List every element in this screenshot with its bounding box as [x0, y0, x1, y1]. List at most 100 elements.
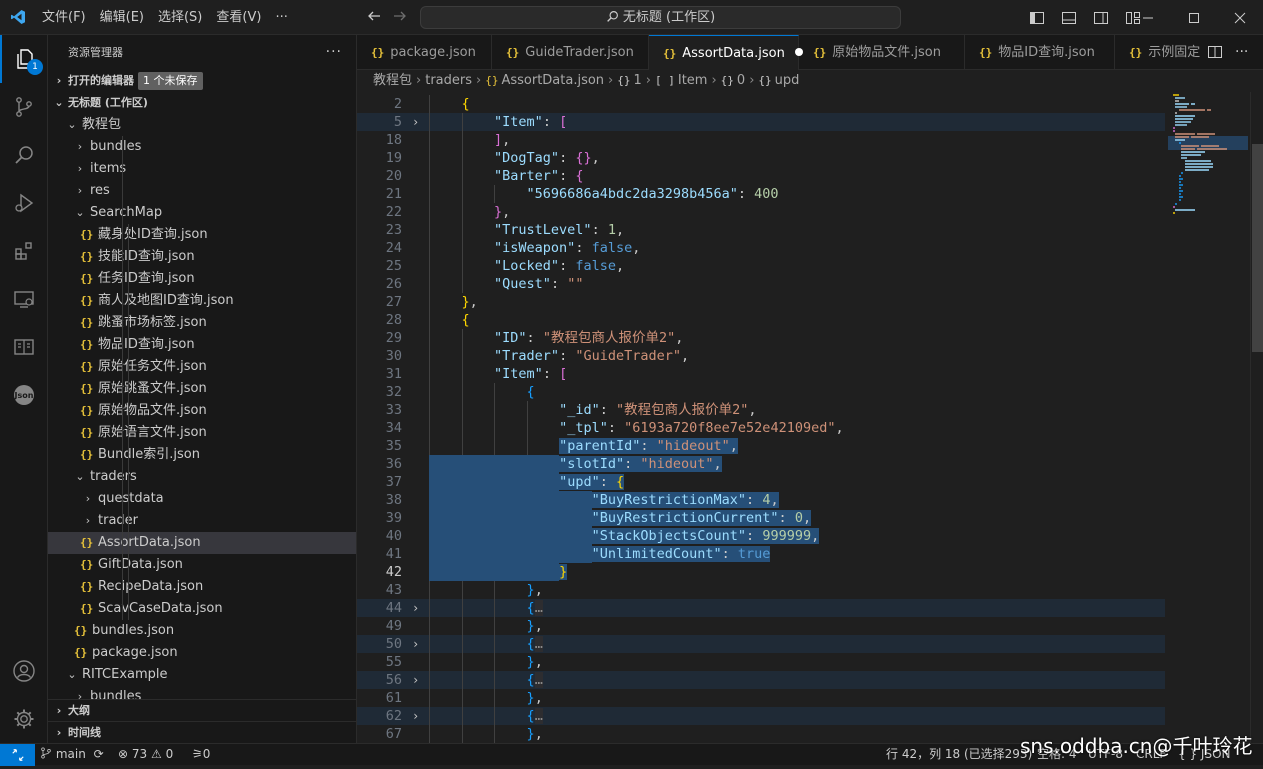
code-line[interactable]: 21 "5696686a4bdc2da3298b456a": 400: [357, 185, 1165, 203]
toggle-primary-sidebar-icon[interactable]: [1026, 7, 1048, 29]
tree-folder[interactable]: › res: [48, 180, 356, 202]
code-line[interactable]: 62 › {…: [357, 707, 1165, 725]
code-line[interactable]: 24 "isWeapon": false,: [357, 239, 1165, 257]
tab-guidetrader-json[interactable]: {} GuideTrader.json: [492, 35, 649, 70]
breadcrumb-item[interactable]: AssortData.json: [501, 73, 604, 88]
vertical-scrollbar[interactable]: [1250, 92, 1263, 743]
breadcrumb-item[interactable]: traders: [425, 73, 472, 88]
code-line[interactable]: 40 "StackObjectsCount": 999999,: [357, 527, 1165, 545]
minimap[interactable]: [1165, 92, 1250, 743]
problems-indicator[interactable]: ⊗ 73 ⚠ 0: [118, 744, 173, 765]
breadcrumb-item[interactable]: 0: [737, 73, 745, 88]
code-line[interactable]: 18],: [357, 131, 1165, 149]
settings-gear-icon[interactable]: [0, 695, 48, 743]
code-line[interactable]: 38 "BuyRestrictionMax": 4,: [357, 491, 1165, 509]
code-line[interactable]: 19 "DogTag": {},: [357, 149, 1165, 167]
remote-indicator-icon[interactable]: [0, 744, 35, 766]
breadcrumb-item[interactable]: Item: [678, 73, 708, 88]
code-line[interactable]: 35 "parentId": "hideout",: [357, 437, 1165, 455]
menu-more[interactable]: ···: [268, 0, 294, 35]
code-line[interactable]: 30 "Trader": "GuideTrader",: [357, 347, 1165, 365]
code-line[interactable]: 56 › {…: [357, 671, 1165, 689]
fold-chevron-icon[interactable]: ›: [412, 635, 419, 653]
tab-package-json[interactable]: {} package.json: [357, 35, 492, 70]
timeline-section[interactable]: › 时间线: [48, 721, 356, 743]
tree-folder[interactable]: ⌄ 教程包: [48, 114, 356, 136]
cursor-position[interactable]: 行 42，列 18 (已选择293): [886, 744, 1032, 765]
menu-file[interactable]: 文件(F): [35, 0, 93, 35]
forward-arrow-icon[interactable]: [390, 8, 410, 28]
tree-file[interactable]: {} package.json: [48, 642, 356, 664]
menu-selection[interactable]: 选择(S): [151, 0, 209, 35]
tree-file[interactable]: {} 原始任务文件.json: [48, 356, 356, 378]
account-icon[interactable]: [0, 647, 48, 695]
tree-file[interactable]: {} 任务ID查询.json: [48, 268, 356, 290]
minimize-icon[interactable]: [1125, 0, 1171, 35]
code-line[interactable]: 44 › {…: [357, 599, 1165, 617]
code-line[interactable]: 2{: [357, 95, 1165, 113]
tree-file[interactable]: {} AssortData.json: [48, 532, 356, 554]
code-line[interactable]: 41 "UnlimitedCount": true: [357, 545, 1165, 563]
tab-item-id-query-json[interactable]: {} 物品ID查询.json: [965, 35, 1115, 70]
fold-chevron-icon[interactable]: ›: [412, 671, 419, 689]
code-line[interactable]: 27},: [357, 293, 1165, 311]
workspace-section[interactable]: ⌄ 无标题 (工作区): [48, 92, 356, 114]
tree-file[interactable]: {} 原始物品文件.json: [48, 400, 356, 422]
code-line[interactable]: 37 "upd": {: [357, 473, 1165, 491]
code-line[interactable]: 22},: [357, 203, 1165, 221]
tab-assortdata-json[interactable]: {} AssortData.json: [649, 35, 803, 70]
code-line[interactable]: 43},: [357, 581, 1165, 599]
search-icon[interactable]: [0, 131, 48, 179]
tree-file[interactable]: {} 原始跳蚤文件.json: [48, 378, 356, 400]
fold-chevron-icon[interactable]: ›: [412, 599, 419, 617]
code-line[interactable]: 49},: [357, 617, 1165, 635]
sidebar-more-button[interactable]: ···: [326, 35, 342, 70]
branch-indicator[interactable]: main ⟳: [40, 744, 104, 765]
code-line[interactable]: 26 "Quest": "": [357, 275, 1165, 293]
code-line[interactable]: 39 "BuyRestrictionCurrent": 0,: [357, 509, 1165, 527]
code-editor[interactable]: 2{5 › "Item": [18], 19 "DogTag": {}, 20 "Barte…: [357, 92, 1165, 743]
menu-edit[interactable]: 编辑(E): [93, 0, 151, 35]
tree-folder[interactable]: ⌄ RITCExample: [48, 664, 356, 686]
code-line[interactable]: 50 › {…: [357, 635, 1165, 653]
toggle-secondary-sidebar-icon[interactable]: [1090, 7, 1112, 29]
code-line[interactable]: 61},: [357, 689, 1165, 707]
breadcrumb-item[interactable]: upd: [775, 73, 800, 88]
code-line[interactable]: 55},: [357, 653, 1165, 671]
tree-file[interactable]: {} 技能ID查询.json: [48, 246, 356, 268]
back-arrow-icon[interactable]: [364, 8, 384, 28]
source-control-icon[interactable]: [0, 83, 48, 131]
code-line[interactable]: 32 {: [357, 383, 1165, 401]
open-editors-section[interactable]: › 打开的编辑器 1 个未保存: [48, 70, 356, 92]
tree-folder[interactable]: ⌄ traders: [48, 466, 356, 488]
split-editor-icon[interactable]: [1207, 44, 1223, 64]
tree-folder[interactable]: › bundles: [48, 136, 356, 158]
run-debug-icon[interactable]: [0, 179, 48, 227]
book-icon[interactable]: [0, 323, 48, 371]
code-line[interactable]: 34 "_tpl": "6193a720f8ee7e52e42109ed",: [357, 419, 1165, 437]
tree-file[interactable]: {} 原始语言文件.json: [48, 422, 356, 444]
fold-chevron-icon[interactable]: ›: [412, 707, 419, 725]
explorer-icon[interactable]: 1: [0, 35, 48, 83]
json-icon[interactable]: Json: [0, 371, 48, 419]
breadcrumb-item[interactable]: 教程包: [373, 73, 412, 88]
tree-file[interactable]: {} RecipeData.json: [48, 576, 356, 598]
tree-file[interactable]: {} 物品ID查询.json: [48, 334, 356, 356]
tree-file[interactable]: {} bundles.json: [48, 620, 356, 642]
tree-file[interactable]: {} 藏身处ID查询.json: [48, 224, 356, 246]
tree-file[interactable]: {} 商人及地图ID查询.json: [48, 290, 356, 312]
tree-folder[interactable]: › trader: [48, 510, 356, 532]
code-line[interactable]: 28 {: [357, 311, 1165, 329]
maximize-icon[interactable]: [1171, 0, 1217, 35]
scrollbar-thumb[interactable]: [1252, 144, 1263, 352]
code-line[interactable]: 36 "slotId": "hideout",: [357, 455, 1165, 473]
code-line[interactable]: 42}: [357, 563, 1165, 581]
code-line[interactable]: 23 "TrustLevel": 1,: [357, 221, 1165, 239]
code-line[interactable]: 31 "Item": [: [357, 365, 1165, 383]
code-line[interactable]: 29 "ID": "教程包商人报价单2",: [357, 329, 1165, 347]
fold-chevron-icon[interactable]: ›: [412, 113, 419, 131]
code-line[interactable]: 33 "_id": "教程包商人报价单2",: [357, 401, 1165, 419]
code-line[interactable]: 5 › "Item": [: [357, 113, 1165, 131]
outline-section[interactable]: › 大纲: [48, 699, 356, 722]
tree-folder[interactable]: › questdata: [48, 488, 356, 510]
